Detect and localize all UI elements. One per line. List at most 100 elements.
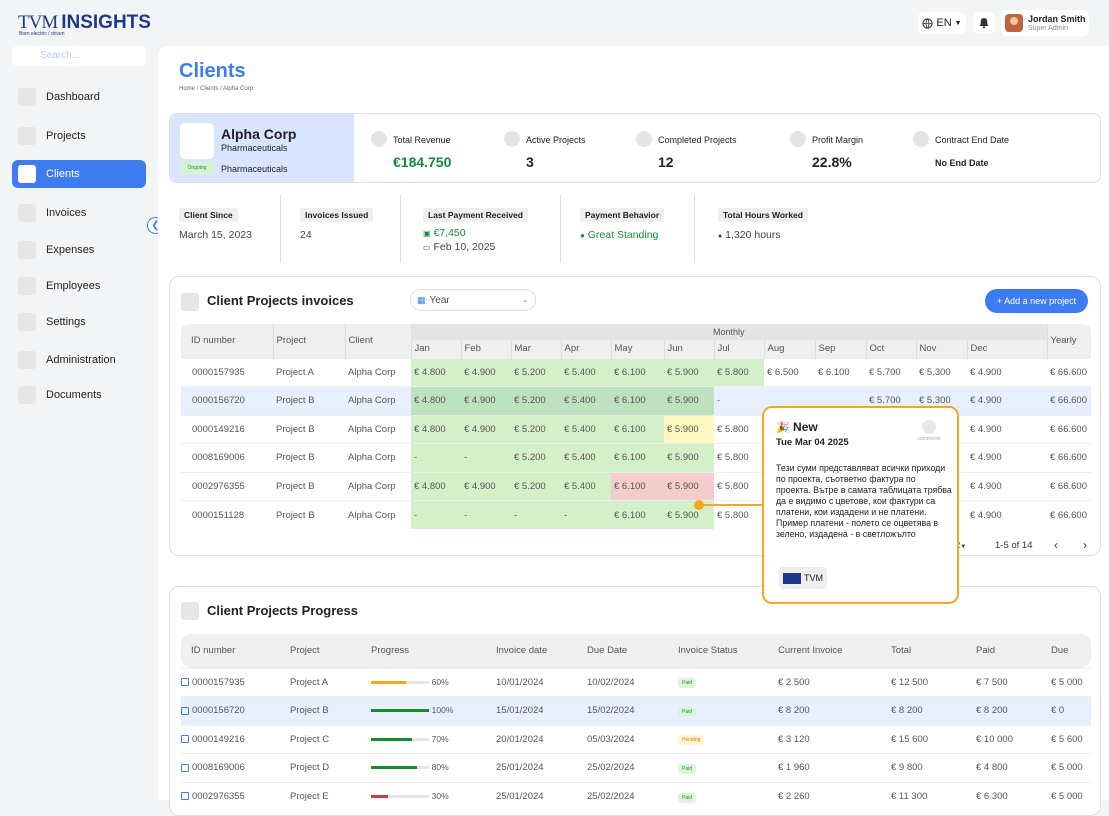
- cell-month[interactable]: -: [511, 500, 561, 529]
- cell-month[interactable]: € 5.200: [511, 472, 561, 501]
- cell-month[interactable]: € 5.300: [916, 358, 967, 387]
- cell-month[interactable]: € 4.900: [461, 358, 511, 387]
- cell-month[interactable]: € 5.200: [511, 443, 561, 472]
- sidebar-item-dashboard[interactable]: Dashboard: [12, 83, 146, 111]
- cell-month[interactable]: € 5.800: [714, 472, 764, 501]
- col-header[interactable]: Project: [288, 634, 369, 668]
- popup-tvm-button[interactable]: TVM: [779, 567, 827, 589]
- sidebar-item-expenses[interactable]: Expenses: [12, 236, 146, 264]
- col-header-client[interactable]: Client: [344, 324, 411, 358]
- table-row[interactable]: 0000156720 Project B 100% 15/01/2024 15/02/…: [181, 696, 1091, 725]
- comments-button[interactable]: comments: [916, 420, 942, 442]
- col-header-month[interactable]: Jul: [713, 340, 764, 358]
- col-header[interactable]: Total: [889, 634, 974, 668]
- col-header-month[interactable]: Dec: [966, 340, 1047, 358]
- col-header-month[interactable]: Jun: [663, 340, 714, 358]
- col-header-month[interactable]: Jan: [410, 340, 461, 358]
- cell-month[interactable]: -: [461, 500, 511, 529]
- cell-month[interactable]: € 5.200: [511, 415, 561, 444]
- cell-month[interactable]: € 5.400: [561, 443, 611, 472]
- row-checkbox[interactable]: [181, 792, 189, 801]
- sidebar-item-projects[interactable]: Projects: [12, 122, 146, 150]
- cell-month[interactable]: -: [714, 387, 764, 416]
- col-header[interactable]: ID number: [181, 634, 288, 668]
- table-row[interactable]: 0008169006 Project D 80% 25/01/2024 25/02/2…: [181, 753, 1091, 782]
- cell-month[interactable]: -: [461, 443, 511, 472]
- col-header[interactable]: Due Date: [585, 634, 676, 668]
- cell-month[interactable]: € 6.100: [815, 358, 866, 387]
- cell-month[interactable]: € 5.900: [664, 472, 714, 501]
- cell-month[interactable]: € 5.400: [561, 358, 611, 387]
- table-row[interactable]: 0002976355 Project E 30% 25/01/2024 25/02/2…: [181, 782, 1091, 811]
- cell-month[interactable]: € 4.900: [461, 386, 511, 415]
- add-project-button[interactable]: + Add a new project: [985, 289, 1088, 313]
- cell-month[interactable]: € 5.200: [511, 386, 561, 415]
- cell-month[interactable]: € 5.400: [561, 386, 611, 415]
- col-header[interactable]: Invoice date: [494, 634, 585, 668]
- table-row[interactable]: 0000149216 Project C 70% 20/01/2024 05/03/2…: [181, 725, 1091, 754]
- table-row[interactable]: 0000157935 Project A Alpha Corp € 4.800 € 4.…: [181, 358, 1091, 387]
- col-header-month[interactable]: Oct: [865, 340, 916, 358]
- cell-month[interactable]: € 4.900: [967, 387, 1047, 416]
- cell-month[interactable]: € 5.400: [561, 472, 611, 501]
- next-page-button[interactable]: ›: [1083, 538, 1087, 552]
- sidebar-item-employees[interactable]: Employees: [12, 272, 146, 300]
- cell-month[interactable]: € 4.900: [967, 501, 1047, 530]
- row-checkbox[interactable]: [181, 735, 189, 744]
- col-header[interactable]: Current Invoice: [776, 634, 889, 668]
- cell-month[interactable]: € 4.900: [461, 415, 511, 444]
- cell-month[interactable]: € 6.100: [611, 386, 664, 415]
- col-header-month[interactable]: Apr: [560, 340, 611, 358]
- cell-month[interactable]: € 5.900: [664, 415, 714, 444]
- cell-month[interactable]: € 6.100: [611, 500, 664, 529]
- cell-month[interactable]: € 5.800: [714, 444, 764, 473]
- breadcrumb[interactable]: Home / Clients / Alpha Corp: [179, 86, 253, 92]
- app-logo[interactable]: TVM INSIGHTS Born electric / driven: [18, 12, 151, 37]
- cell-month[interactable]: € 6.100: [611, 443, 664, 472]
- col-header-month[interactable]: Nov: [915, 340, 967, 358]
- col-header-month[interactable]: Feb: [460, 340, 511, 358]
- user-menu[interactable]: Jordan Smith Super Admin: [1001, 10, 1089, 36]
- col-header-month[interactable]: Mar: [510, 340, 561, 358]
- cell-month[interactable]: -: [411, 500, 461, 529]
- cell-month[interactable]: € 4.900: [461, 472, 511, 501]
- cell-month[interactable]: € 6.100: [611, 358, 664, 387]
- col-header[interactable]: Invoice Status: [676, 634, 776, 668]
- sidebar-item-invoices[interactable]: Invoices: [12, 199, 146, 227]
- cell-month[interactable]: € 6.100: [611, 472, 664, 501]
- sidebar-item-clients[interactable]: Clients: [12, 160, 146, 188]
- col-header-month[interactable]: Aug: [763, 340, 815, 358]
- col-header-month[interactable]: Sep: [814, 340, 866, 358]
- sidebar-item-settings[interactable]: Settings: [12, 308, 146, 336]
- sidebar-item-documents[interactable]: Documents: [12, 381, 146, 409]
- table-row[interactable]: 0000157935 Project A 60% 10/01/2024 10/02/2…: [181, 668, 1091, 697]
- prev-page-button[interactable]: ‹: [1054, 538, 1058, 552]
- cell-month[interactable]: € 5.800: [714, 358, 764, 387]
- col-header[interactable]: Progress: [369, 634, 494, 668]
- col-header[interactable]: Due: [1049, 634, 1091, 668]
- col-header-project[interactable]: Project: [272, 324, 345, 358]
- cell-month[interactable]: € 5.900: [664, 386, 714, 415]
- cell-month[interactable]: € 4.900: [967, 358, 1047, 387]
- cell-month[interactable]: € 5.900: [664, 358, 714, 387]
- notifications-button[interactable]: [973, 12, 995, 34]
- cell-month[interactable]: € 4.800: [411, 358, 461, 387]
- cell-month[interactable]: € 4.900: [967, 472, 1047, 501]
- col-header-id[interactable]: ID number: [181, 324, 273, 358]
- row-checkbox[interactable]: [181, 706, 189, 715]
- cell-month[interactable]: -: [561, 500, 611, 529]
- cell-month[interactable]: € 6.100: [611, 415, 664, 444]
- cell-month[interactable]: € 4.900: [967, 415, 1047, 444]
- search-input[interactable]: Search...: [12, 46, 146, 66]
- year-select[interactable]: ▦ Year ⌄: [410, 289, 536, 311]
- comment-marker[interactable]: [694, 500, 704, 510]
- cell-month[interactable]: € 4.800: [411, 386, 461, 415]
- cell-month[interactable]: € 6.500: [764, 358, 815, 387]
- cell-month[interactable]: € 5.800: [714, 415, 764, 444]
- cell-month[interactable]: -: [411, 443, 461, 472]
- language-selector[interactable]: EN ▼: [918, 12, 966, 34]
- cell-month[interactable]: € 4.800: [411, 472, 461, 501]
- row-checkbox[interactable]: [181, 678, 189, 687]
- cell-month[interactable]: € 5.400: [561, 415, 611, 444]
- row-checkbox[interactable]: [181, 763, 189, 772]
